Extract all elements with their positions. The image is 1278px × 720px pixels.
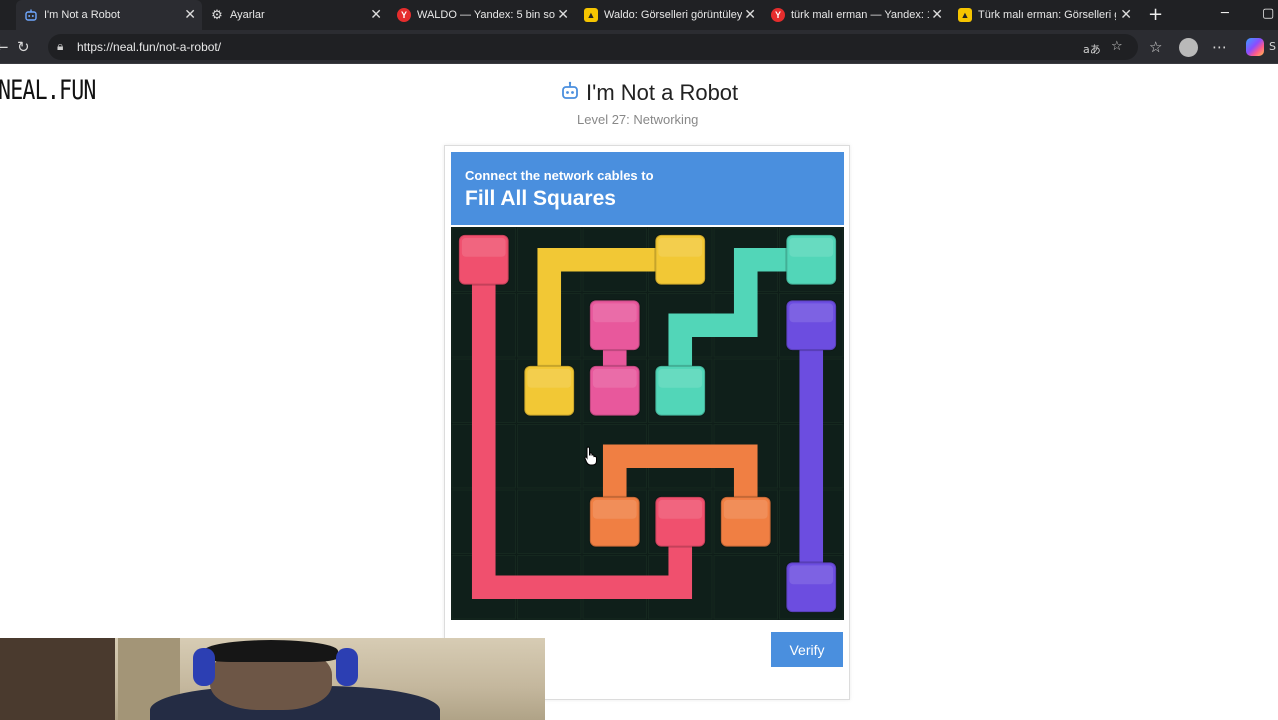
copilot-icon[interactable]	[1246, 38, 1264, 56]
browser-window: I'm Not a Robot ✕ ⚙ Ayarlar ✕ Y WALDO — …	[0, 0, 1278, 720]
grid-cell[interactable]	[713, 358, 778, 423]
close-tab-icon[interactable]: ✕	[557, 7, 569, 23]
webcam-overlay	[0, 638, 545, 720]
grid-cell[interactable]	[713, 555, 778, 620]
endpoint-highlight	[592, 499, 637, 519]
maximize-icon[interactable]: ▢	[1262, 6, 1274, 21]
tab-im-not-a-robot[interactable]: I'm Not a Robot ✕	[16, 0, 202, 30]
gear-icon: ⚙	[211, 7, 223, 23]
robot-icon	[24, 8, 38, 22]
new-tab-button[interactable]: +	[1148, 4, 1163, 25]
endpoint-highlight	[789, 303, 834, 323]
instruction-text: Connect the network cables to	[465, 168, 654, 183]
verify-button[interactable]: Verify	[771, 632, 843, 667]
hand-cursor-icon	[584, 446, 598, 471]
lock-icon: 🔒︎	[57, 39, 64, 53]
endpoint-highlight	[789, 237, 834, 257]
images-icon: ▲	[958, 8, 972, 22]
page-title-text: I'm Not a Robot	[586, 80, 739, 105]
more-menu-icon[interactable]: ⋯	[1212, 38, 1227, 56]
yandex-icon: Y	[771, 8, 785, 22]
puzzle-board[interactable]	[451, 227, 844, 620]
webcam-person	[204, 640, 338, 662]
profile-avatar[interactable]	[1179, 38, 1198, 57]
page-title: I'm Not a Robot	[560, 80, 738, 106]
reload-icon[interactable]: ↻	[17, 38, 30, 56]
endpoint-highlight	[592, 303, 637, 323]
close-tab-icon[interactable]: ✕	[184, 7, 196, 23]
close-tab-icon[interactable]: ✕	[744, 7, 756, 23]
site-logo[interactable]: NEAL.FUN	[0, 75, 96, 106]
captcha-header: Connect the network cables to Fill All S…	[451, 152, 844, 225]
robot-icon	[560, 81, 580, 106]
headset-icon	[193, 648, 215, 686]
endpoint-highlight	[461, 237, 506, 257]
webcam-background	[0, 638, 115, 720]
tab-strip: I'm Not a Robot ✕ ⚙ Ayarlar ✕ Y WALDO — …	[0, 0, 1278, 30]
endpoint-highlight	[592, 368, 637, 388]
minimize-icon[interactable]: ─	[1221, 6, 1229, 21]
tab-title: I'm Not a Robot	[44, 9, 121, 21]
address-url[interactable]: https://neal.fun/not-a-robot/	[77, 40, 221, 54]
level-subtitle: Level 27: Networking	[577, 112, 699, 127]
tab-title: Ayarlar	[230, 9, 265, 21]
grid-cell[interactable]	[517, 489, 582, 554]
favorite-star-icon[interactable]: ☆	[1111, 39, 1123, 54]
page-content: NEAL.FUN I'm Not a Robot Level 27: Netwo…	[0, 65, 1278, 720]
grid-cell[interactable]	[517, 424, 582, 489]
tab-title: türk malı erman — Yandex: 1	[791, 9, 929, 21]
tab-title: Waldo: Görselleri görüntüley	[604, 9, 742, 21]
tab-turk-mali-images[interactable]: ▲ Türk malı erman: Görselleri g ✕	[950, 2, 1138, 28]
favorites-icon[interactable]: ☆	[1149, 38, 1162, 56]
back-icon[interactable]: ←	[0, 38, 9, 56]
headset-icon	[336, 648, 358, 686]
translate-icon[interactable]: aあ	[1083, 41, 1101, 57]
endpoint-highlight	[658, 368, 703, 388]
tab-waldo-images[interactable]: ▲ Waldo: Görselleri görüntüley ✕	[576, 2, 762, 28]
captcha-widget: Connect the network cables to Fill All S…	[444, 145, 850, 700]
tab-title: WALDO — Yandex: 5 bin sonu	[417, 9, 555, 21]
endpoint-highlight	[658, 237, 703, 257]
address-bar[interactable]: 🔒︎ https://neal.fun/not-a-robot/ aあ ☆	[48, 34, 1138, 60]
profile-letter: S	[1269, 40, 1276, 53]
puzzle-grid[interactable]	[451, 227, 844, 620]
tab-title: Türk malı erman: Görselleri g	[978, 9, 1116, 21]
close-tab-icon[interactable]: ✕	[1120, 7, 1132, 23]
tab-turk-mali-yandex[interactable]: Y türk malı erman — Yandex: 1 ✕	[763, 2, 949, 28]
tab-ayarlar[interactable]: ⚙ Ayarlar ✕	[202, 2, 388, 28]
endpoint-highlight	[527, 368, 572, 388]
yandex-icon: Y	[397, 8, 411, 22]
endpoint-highlight	[789, 565, 834, 585]
close-tab-icon[interactable]: ✕	[931, 7, 943, 23]
toolbar: ← ↻ 🔒︎ https://neal.fun/not-a-robot/ aあ …	[0, 30, 1278, 64]
images-icon: ▲	[584, 8, 598, 22]
close-tab-icon[interactable]: ✕	[370, 7, 382, 23]
endpoint-highlight	[658, 499, 703, 519]
instruction-title: Fill All Squares	[465, 187, 616, 210]
endpoint-highlight	[723, 499, 768, 519]
tab-waldo-yandex[interactable]: Y WALDO — Yandex: 5 bin sonu ✕	[389, 2, 575, 28]
